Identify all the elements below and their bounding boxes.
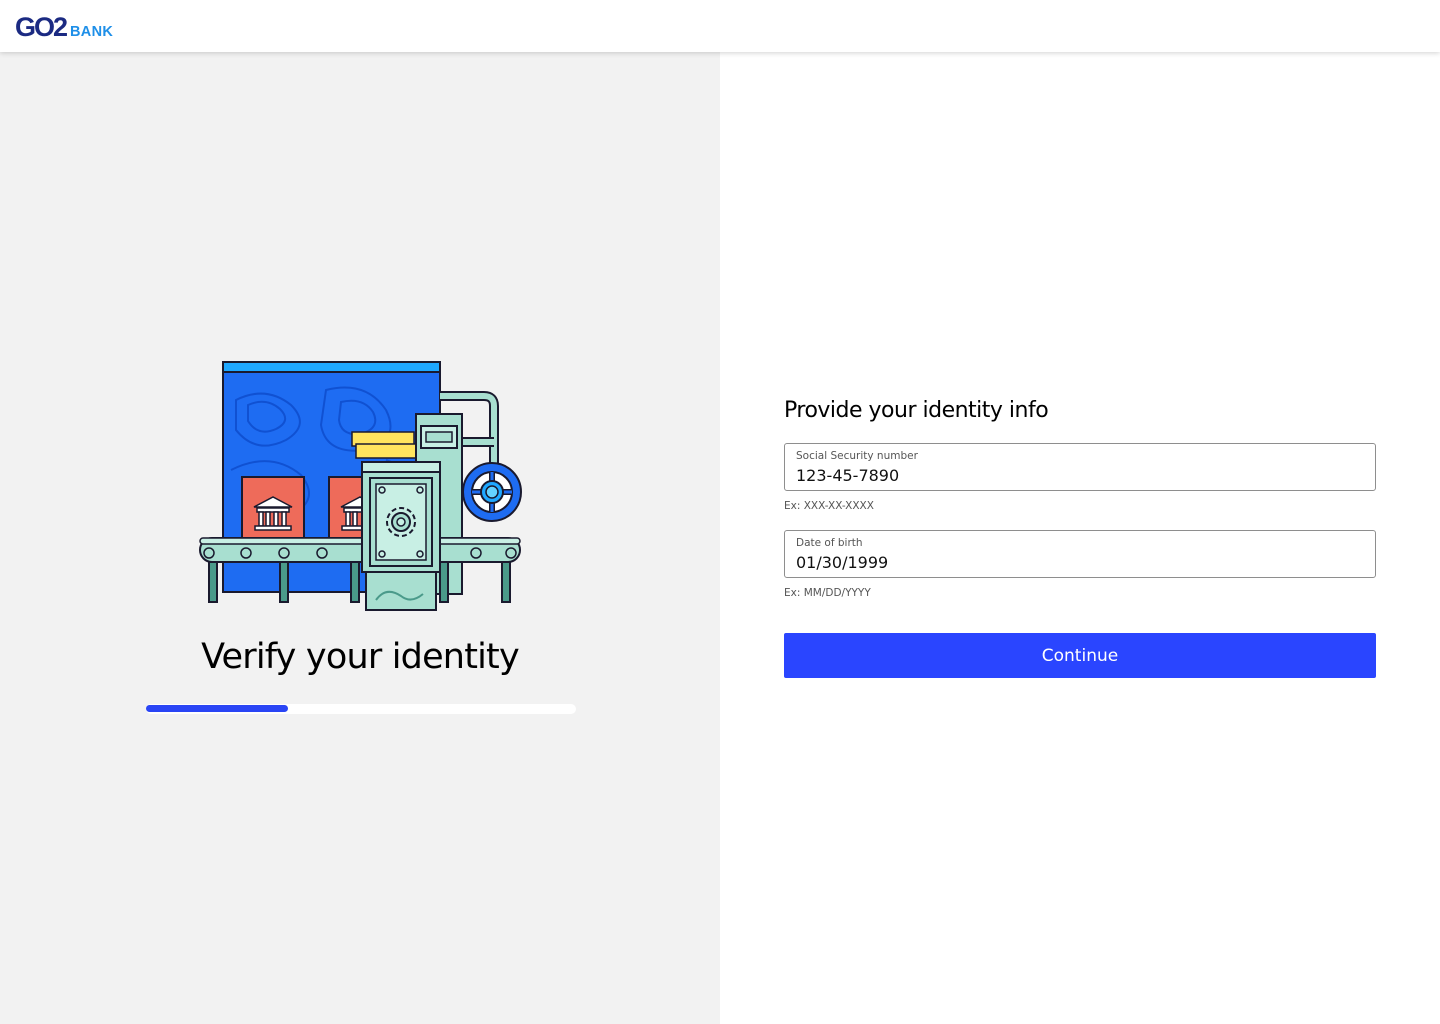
ssn-label: Social Security number — [796, 450, 918, 462]
dob-field[interactable]: Date of birth — [784, 530, 1376, 578]
logo-sub: BANK — [70, 24, 114, 40]
form-panel: Provide your identity info Social Securi… — [720, 52, 1440, 1024]
dob-label: Date of birth — [796, 537, 863, 549]
ssn-input[interactable] — [796, 464, 1356, 486]
form-title: Provide your identity info — [784, 398, 1049, 423]
continue-button[interactable]: Continue — [784, 633, 1376, 678]
top-bar: GO2 BANK — [0, 0, 1440, 52]
identity-verification-illustration — [199, 361, 522, 611]
go2bank-logo[interactable]: GO2 BANK — [15, 10, 113, 42]
logo-main: GO2 — [15, 12, 68, 42]
dob-input[interactable] — [796, 551, 1356, 573]
progress-bar-fill — [146, 705, 288, 712]
dob-hint: Ex: MM/DD/YYYY — [784, 587, 871, 599]
hero-panel: Verify your identity — [0, 52, 720, 1024]
ssn-field[interactable]: Social Security number — [784, 443, 1376, 491]
ssn-hint: Ex: XXX-XX-XXXX — [784, 500, 874, 512]
page-title: Verify your identity — [201, 637, 520, 677]
